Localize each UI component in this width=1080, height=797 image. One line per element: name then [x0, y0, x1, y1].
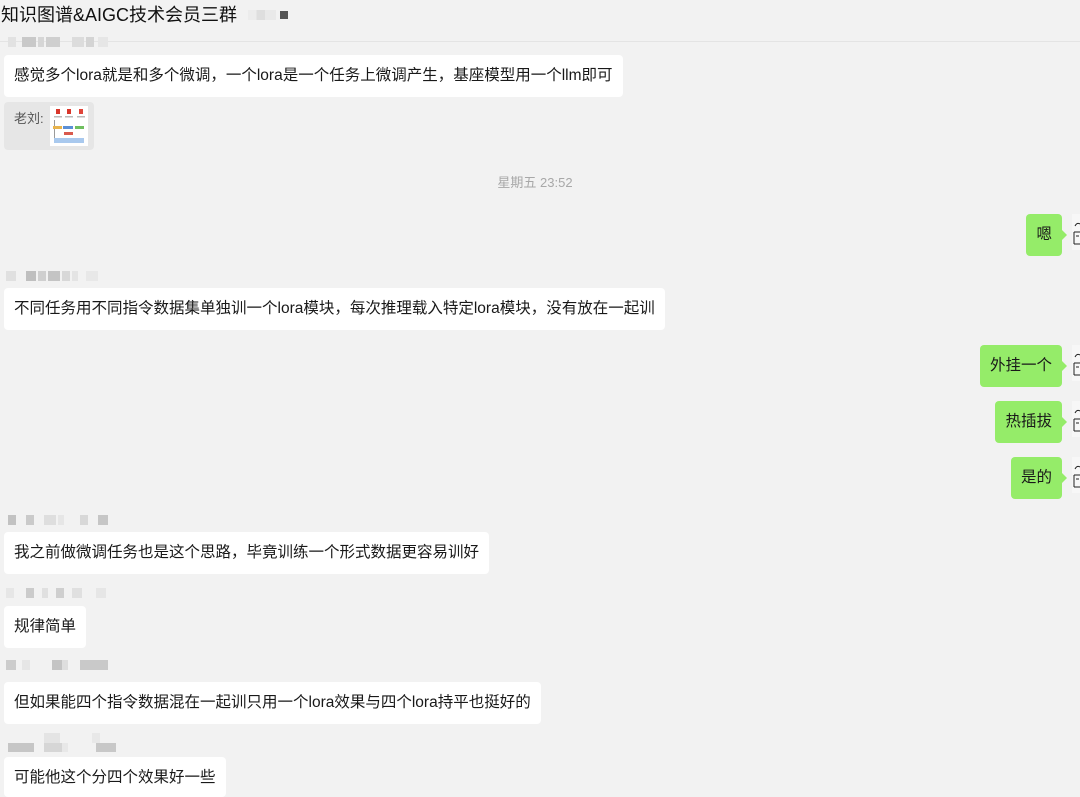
message-bubble-received[interactable]: 感觉多个lora就是和多个微调，一个lora是一个任务上微调产生，基座模型用一个…	[4, 55, 623, 97]
mosaic-block	[44, 515, 56, 525]
mosaic-block	[46, 37, 60, 47]
quote-sender-label: 老刘:	[14, 111, 44, 126]
avatar-drawing	[1072, 457, 1080, 493]
mosaic-block	[62, 743, 68, 752]
timestamp: 星期五 23:52	[497, 175, 573, 190]
mosaic-block	[44, 733, 60, 743]
mosaic-block	[8, 515, 16, 525]
mosaic-block	[8, 37, 16, 47]
self-avatar[interactable]	[1072, 401, 1080, 437]
mosaic-block	[6, 588, 14, 598]
mosaic-block	[98, 515, 108, 525]
mosaic-block	[22, 660, 30, 670]
mosaic-block	[80, 660, 108, 670]
thumbnail-shape	[64, 132, 73, 135]
mosaic-block	[96, 743, 116, 752]
mosaic-block	[72, 271, 78, 281]
avatar-drawing	[1072, 214, 1080, 250]
message-bubble-received[interactable]: 但如果能四个指令数据混在一起训只用一个lora效果与四个lora持平也挺好的	[4, 682, 541, 724]
chat-window: 知识图谱&AIGC技术会员三群 感觉多个lora就是和多个微调，一个lora是一…	[0, 0, 1080, 797]
mosaic-block	[98, 37, 108, 47]
mosaic-block	[80, 515, 88, 525]
sender-name-redacted	[0, 588, 122, 598]
avatar-drawing	[1072, 401, 1080, 437]
mosaic-block	[6, 271, 16, 281]
quoted-image-thumbnail[interactable]	[50, 106, 88, 146]
message-bubble-sent[interactable]: 嗯	[1026, 214, 1067, 256]
mosaic-block	[86, 37, 94, 47]
mosaic-block	[38, 37, 44, 47]
mosaic-block	[56, 588, 64, 598]
thumbnail-shape	[65, 116, 73, 118]
sender-name-redacted	[0, 660, 122, 670]
mosaic-block	[58, 515, 64, 525]
sender-name-redacted	[0, 37, 122, 47]
title-redacted-blur	[248, 10, 276, 20]
mosaic-block	[62, 271, 70, 281]
mosaic-block	[52, 660, 62, 670]
mosaic-block	[72, 37, 84, 47]
message-bubble-received[interactable]: 规律简单	[4, 606, 87, 648]
header-divider	[0, 41, 1080, 42]
mosaic-block	[26, 588, 34, 598]
mosaic-block	[44, 743, 62, 752]
thumbnail-shape	[54, 116, 62, 118]
self-avatar[interactable]	[1072, 345, 1080, 381]
quoted-message[interactable]: 老刘:	[4, 102, 94, 150]
thumbnail-shape	[79, 109, 83, 114]
mosaic-block	[72, 588, 82, 598]
mosaic-block	[8, 743, 34, 752]
mosaic-block	[26, 271, 36, 281]
thumbnail-shape	[75, 126, 84, 129]
message-bubble-sent[interactable]: 热插拔	[995, 401, 1067, 443]
mosaic-block	[26, 515, 34, 525]
mosaic-block	[86, 271, 98, 281]
message-bubble-sent[interactable]: 外挂一个	[979, 345, 1068, 387]
mosaic-block	[6, 660, 16, 670]
mosaic-block	[48, 271, 60, 281]
sender-name-redacted	[0, 515, 122, 525]
mosaic-block	[96, 588, 106, 598]
mosaic-block	[62, 660, 68, 670]
chat-title: 知识图谱&AIGC技术会员三群	[1, 5, 238, 25]
message-bubble-received[interactable]: 我之前做微调任务也是这个思路，毕竟训练一个形式数据更容易训好	[4, 532, 490, 574]
self-avatar[interactable]	[1072, 214, 1080, 250]
self-avatar[interactable]	[1072, 457, 1080, 493]
mosaic-block	[22, 37, 36, 47]
message-bubble-received[interactable]: 不同任务用不同指令数据集单独训一个lora模块，每次推理载入特定lora模块，没…	[4, 288, 665, 330]
thumbnail-shape	[63, 126, 73, 129]
title-redacted-block	[280, 11, 288, 19]
avatar-drawing	[1072, 345, 1080, 381]
sender-name-redacted	[0, 733, 122, 753]
message-bubble-received[interactable]: 可能他这个分四个效果好一些	[4, 757, 226, 797]
sender-name-redacted	[0, 271, 122, 281]
thumbnail-shape	[77, 116, 85, 118]
thumbnail-shape	[56, 109, 60, 114]
thumbnail-shape	[54, 138, 84, 143]
thumbnail-shape	[67, 109, 71, 114]
mosaic-block	[42, 588, 48, 598]
thumbnail-shape	[53, 126, 62, 129]
mosaic-block	[38, 271, 46, 281]
mosaic-block	[92, 733, 100, 743]
message-bubble-sent[interactable]: 是的	[1010, 457, 1068, 499]
